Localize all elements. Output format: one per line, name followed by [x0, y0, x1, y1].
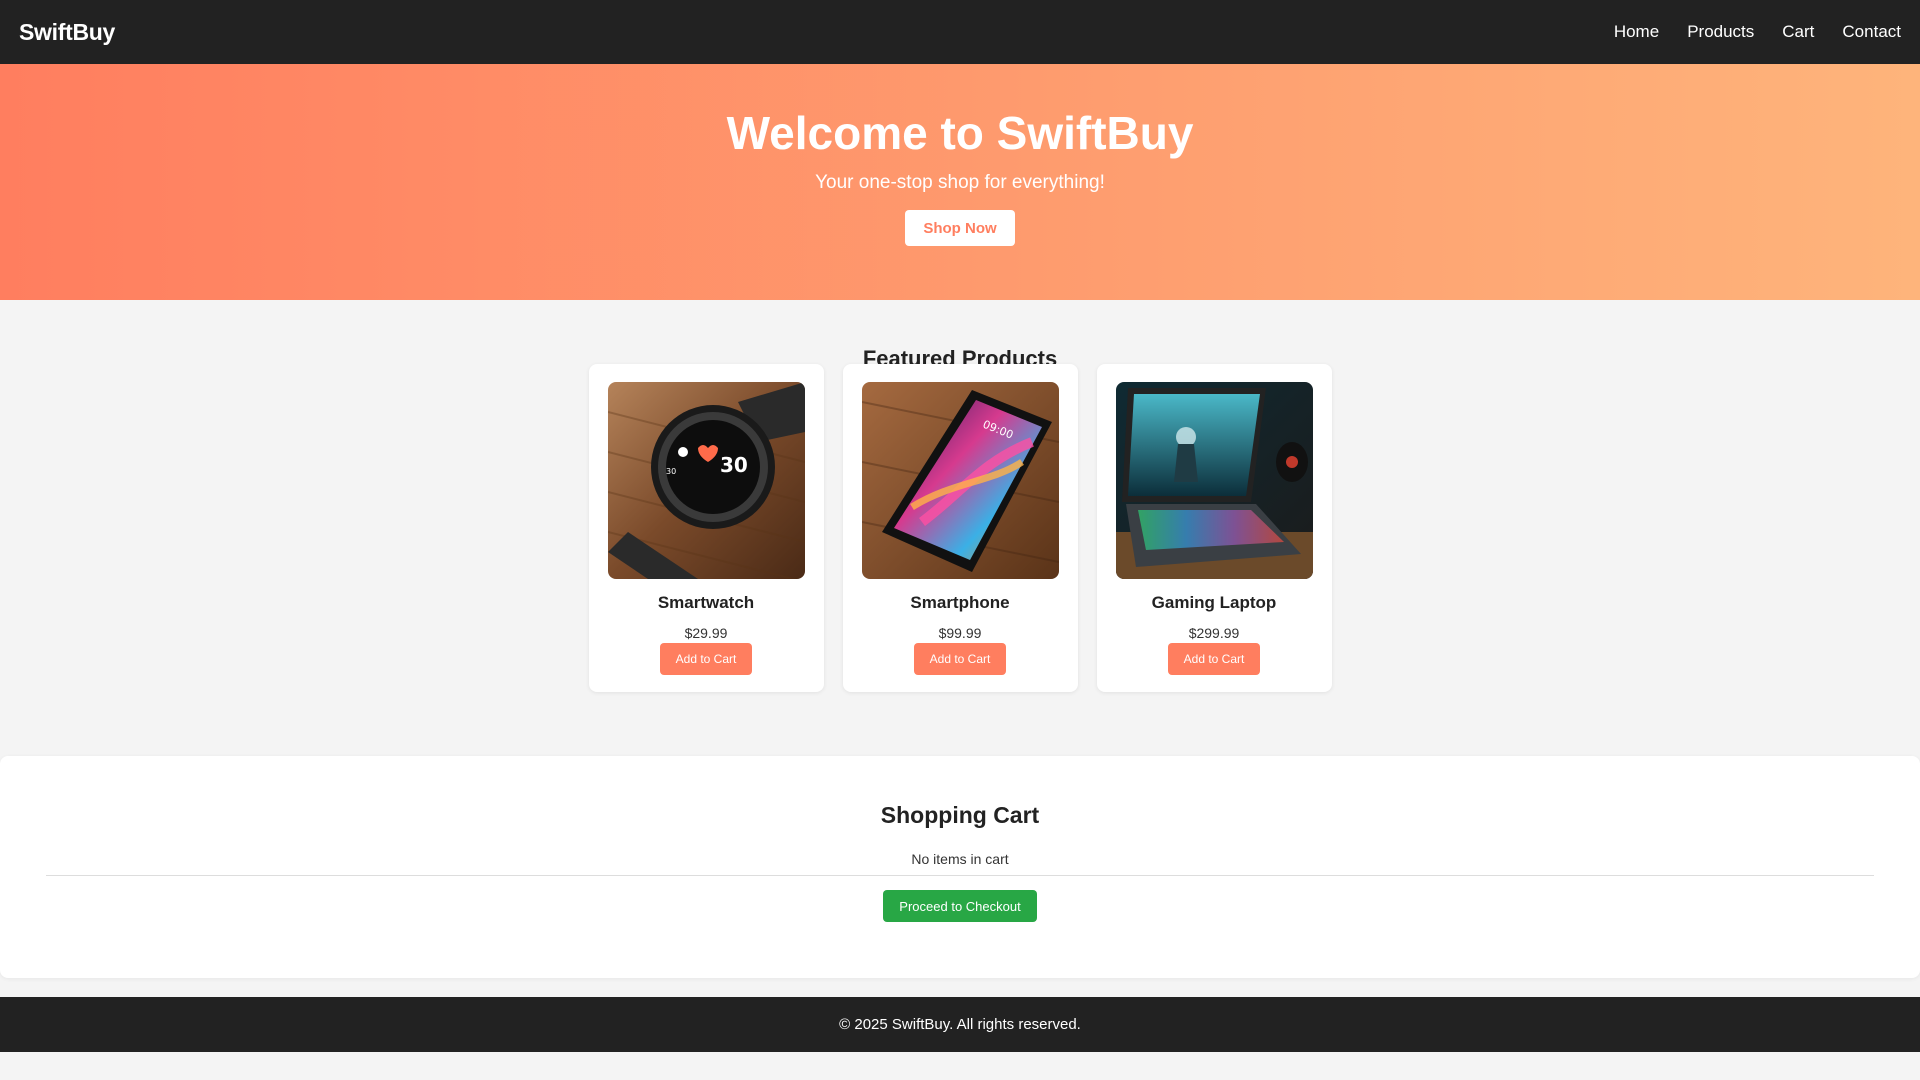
proceed-to-checkout-button[interactable]: Proceed to Checkout [883, 890, 1037, 922]
smartwatch-image: 30 30 [607, 382, 805, 579]
svg-text:30: 30 [666, 467, 676, 476]
product-card: 30 30 Smartwatch $29.99 Add to Cart [588, 364, 824, 692]
add-to-cart-button[interactable]: Add to Cart [914, 643, 1006, 675]
gaming-laptop-image [1115, 382, 1313, 579]
add-to-cart-button[interactable]: Add to Cart [660, 643, 752, 675]
cart-title: Shopping Cart [880, 802, 1040, 828]
featured-products-section: Featured Products 30 30 Smartwatch $29.9… [0, 300, 1920, 700]
smartphone-image: 09:00 [861, 382, 1059, 579]
product-card: 09:00 Smartphone $99.99 Add to Cart [842, 364, 1078, 692]
shop-now-button[interactable]: Shop Now [905, 210, 1015, 246]
product-price: $99.99 [938, 625, 982, 641]
product-price: $29.99 [684, 625, 728, 641]
shopping-cart-section: Shopping Cart No items in cart Proceed t… [0, 756, 1920, 978]
product-name: Smartwatch [657, 593, 755, 612]
hero-title: Welcome to SwiftBuy [726, 107, 1194, 159]
add-to-cart-button[interactable]: Add to Cart [1168, 643, 1260, 675]
nav-link-cart[interactable]: Cart [1782, 22, 1814, 42]
cart-divider [46, 875, 1874, 876]
cart-empty-message: No items in cart [911, 851, 1009, 867]
nav-link-home[interactable]: Home [1614, 22, 1659, 42]
footer-copyright: © 2025 SwiftBuy. All rights reserved. [839, 1016, 1081, 1033]
site-logo[interactable]: SwiftBuy [19, 19, 115, 46]
nav-link-contact[interactable]: Contact [1842, 22, 1901, 42]
svg-text:30: 30 [720, 453, 748, 477]
hero-banner: Welcome to SwiftBuy Your one-stop shop f… [0, 64, 1920, 300]
nav-link-products[interactable]: Products [1687, 22, 1754, 42]
product-price: $299.99 [1188, 625, 1240, 641]
product-grid: 30 30 Smartwatch $29.99 Add to Cart 09:0… [588, 364, 1332, 692]
product-name: Gaming Laptop [1151, 593, 1277, 612]
product-name: Smartphone [910, 593, 1010, 612]
nav-links: Home Products Cart Contact [1614, 22, 1901, 42]
product-card: Gaming Laptop $299.99 Add to Cart [1096, 364, 1332, 692]
navbar: SwiftBuy Home Products Cart Contact [0, 0, 1920, 64]
footer: © 2025 SwiftBuy. All rights reserved. [0, 997, 1920, 1052]
hero-subtitle: Your one-stop shop for everything! [815, 172, 1105, 193]
